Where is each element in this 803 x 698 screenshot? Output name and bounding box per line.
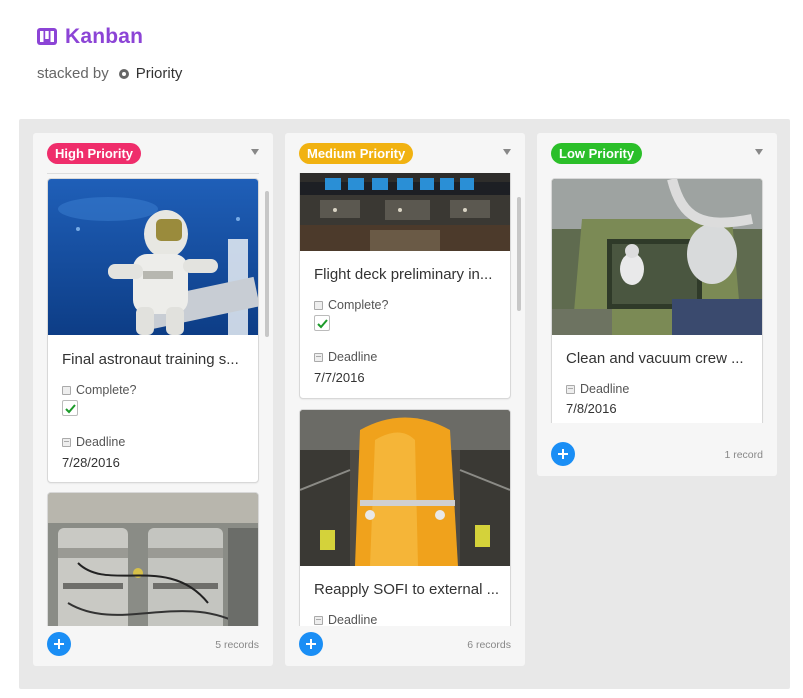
- column-header: High Priority: [33, 133, 273, 173]
- scrollbar[interactable]: [265, 191, 269, 337]
- stack-badge-medium-priority: Medium Priority: [299, 143, 414, 164]
- card-cover-image: [552, 179, 762, 335]
- add-record-button[interactable]: [299, 632, 323, 656]
- card-title: Final astronaut training s...: [62, 351, 239, 368]
- column-medium-priority: Medium Priority Flight deck preliminary …: [285, 133, 525, 666]
- checkbox-field-icon: [314, 300, 323, 310]
- stack-badge-low-priority: Low Priority: [551, 143, 643, 164]
- app-header: Kanban stacked by Priority: [37, 24, 182, 82]
- scrollbar[interactable]: [517, 197, 521, 311]
- field-label-text: Deadline: [580, 382, 630, 396]
- add-record-button[interactable]: [47, 632, 71, 656]
- deadline-value: 7/7/2016: [314, 370, 365, 385]
- field-label-deadline: Deadline: [314, 350, 377, 364]
- card-list[interactable]: Flight deck preliminary in... Complete? …: [285, 173, 525, 626]
- record-card[interactable]: Final astronaut training s... Complete? …: [47, 178, 259, 483]
- divider: [47, 173, 259, 174]
- stacked-by-label: stacked by: [37, 65, 109, 82]
- chevron-down-icon[interactable]: [503, 149, 511, 155]
- record-card[interactable]: Flight deck preliminary in... Complete? …: [299, 173, 511, 399]
- deadline-value: 7/28/2016: [62, 455, 120, 470]
- kanban-board: High Priority Final astronaut training s…: [19, 119, 790, 689]
- record-card[interactable]: Reapply SOFI to external ... Deadline: [299, 409, 511, 626]
- field-label-deadline: Deadline: [566, 382, 629, 396]
- record-card[interactable]: [47, 492, 259, 626]
- field-label-text: Deadline: [328, 350, 378, 364]
- field-label-text: Complete?: [328, 298, 389, 312]
- column-header: Medium Priority: [285, 133, 525, 173]
- record-count: 5 records: [215, 639, 259, 651]
- card-list[interactable]: Final astronaut training s... Complete? …: [33, 173, 273, 626]
- stacked-by-selector[interactable]: stacked by Priority: [37, 65, 182, 82]
- card-cover-image: [48, 179, 258, 335]
- calendar-field-icon: [566, 384, 575, 394]
- page-title: Kanban: [65, 25, 144, 48]
- field-label-deadline: Deadline: [314, 613, 377, 626]
- kanban-icon: [37, 27, 57, 47]
- field-label-complete: Complete?: [314, 298, 388, 312]
- calendar-field-icon: [314, 352, 323, 362]
- chevron-down-icon[interactable]: [251, 149, 259, 155]
- calendar-field-icon: [62, 437, 71, 447]
- record-card[interactable]: Clean and vacuum crew ... Deadline 7/8/2…: [551, 178, 763, 423]
- add-record-button[interactable]: [551, 442, 575, 466]
- field-label-text: Complete?: [76, 383, 137, 397]
- deadline-value: 7/8/2016: [566, 401, 617, 416]
- card-title: Reapply SOFI to external ...: [314, 581, 500, 598]
- record-count: 1 record: [724, 449, 763, 461]
- calendar-field-icon: [314, 615, 323, 625]
- card-title: Clean and vacuum crew ...: [566, 350, 744, 367]
- complete-checkbox[interactable]: [62, 400, 78, 416]
- card-list[interactable]: Clean and vacuum crew ... Deadline 7/8/2…: [537, 173, 777, 423]
- column-high-priority: High Priority Final astronaut training s…: [33, 133, 273, 666]
- card-cover-image: [48, 493, 258, 626]
- checkbox-field-icon: [62, 385, 71, 395]
- column-low-priority: Low Priority Clean and vacuum crew ... D…: [537, 133, 777, 476]
- field-label-text: Deadline: [76, 435, 126, 449]
- card-title: Flight deck preliminary in...: [314, 266, 493, 283]
- card-cover-image: [300, 173, 510, 251]
- field-label-deadline: Deadline: [62, 435, 125, 449]
- chevron-down-icon[interactable]: [755, 149, 763, 155]
- stack-badge-high-priority: High Priority: [47, 143, 142, 164]
- single-select-field-icon: [118, 68, 129, 79]
- column-header: Low Priority: [537, 133, 777, 173]
- field-label-text: Deadline: [328, 613, 378, 626]
- record-count: 6 records: [467, 639, 511, 651]
- stack-field-name[interactable]: Priority: [136, 65, 183, 82]
- field-label-complete: Complete?: [62, 383, 136, 397]
- complete-checkbox[interactable]: [314, 315, 330, 331]
- card-cover-image: [300, 410, 510, 566]
